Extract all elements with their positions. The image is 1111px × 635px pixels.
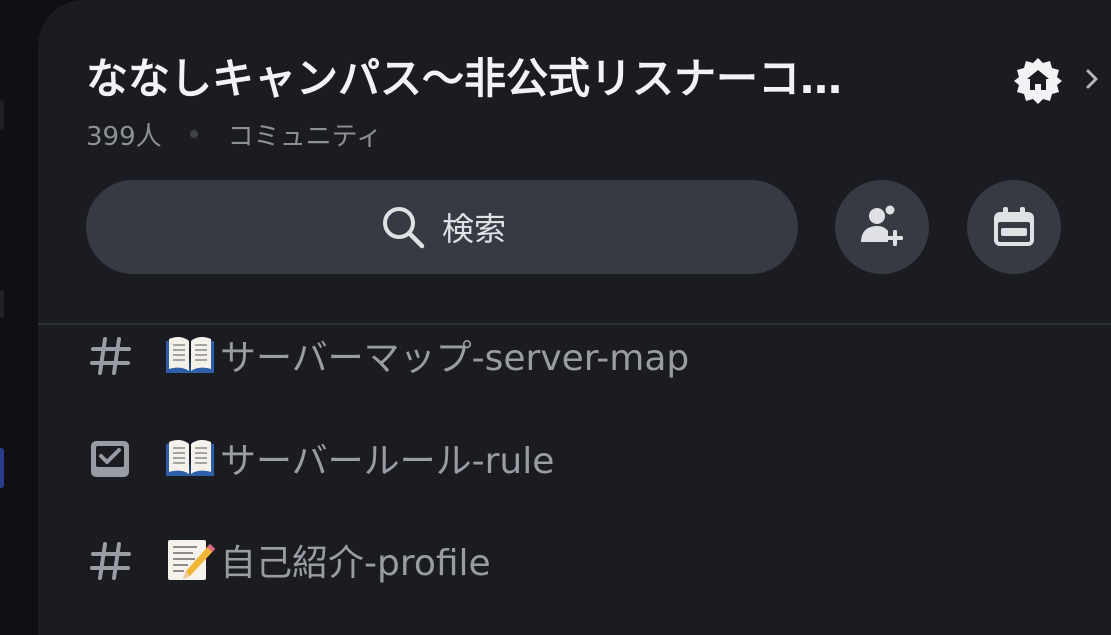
search-icon [382, 207, 425, 249]
channel-name: サーバールール-rule [220, 441, 555, 482]
invite-button[interactable] [835, 180, 929, 274]
channel-item[interactable]: サーバーマップ-server-map [86, 325, 1086, 385]
hash-icon [90, 337, 131, 375]
channel-item[interactable]: 自己紹介-profile [86, 530, 1086, 590]
member-count: 399人 [86, 121, 162, 152]
memo-pencil-emoji [168, 540, 215, 580]
hash-icon [90, 542, 131, 580]
server-name[interactable]: ななしキャンパス〜非公式リスナーコ… [86, 50, 944, 108]
calendar-icon [994, 207, 1034, 246]
channel-name: 自己紹介-profile [220, 543, 491, 584]
events-button[interactable] [967, 180, 1061, 274]
server-sidebar-panel: ななしキャンパス〜非公式リスナーコ… 399人 コミュニティ 検索 サーバーマッ… [38, 0, 1111, 635]
separator-dot [189, 130, 198, 138]
server-type: コミュニティ [227, 121, 383, 152]
channel-item[interactable]: サーバールール-rule [86, 428, 1086, 488]
server-rail [0, 0, 38, 635]
open-book-emoji [166, 439, 214, 476]
add-member-icon [861, 205, 903, 246]
search-label: 検索 [441, 210, 506, 248]
rules-checkbox-icon [91, 441, 129, 477]
channel-name: サーバーマップ-server-map [220, 338, 690, 379]
rail-indicator [0, 290, 4, 318]
chevron-right-icon[interactable] [1082, 66, 1102, 92]
open-book-emoji [166, 336, 214, 373]
server-meta: 399人 コミュニティ [86, 116, 382, 152]
server-header[interactable]: ななしキャンパス〜非公式リスナーコ… [86, 50, 1098, 110]
rail-indicator [0, 100, 4, 130]
community-home-badge-icon [1014, 58, 1062, 104]
search-button[interactable]: 検索 [86, 180, 798, 274]
rail-indicator [0, 448, 4, 488]
